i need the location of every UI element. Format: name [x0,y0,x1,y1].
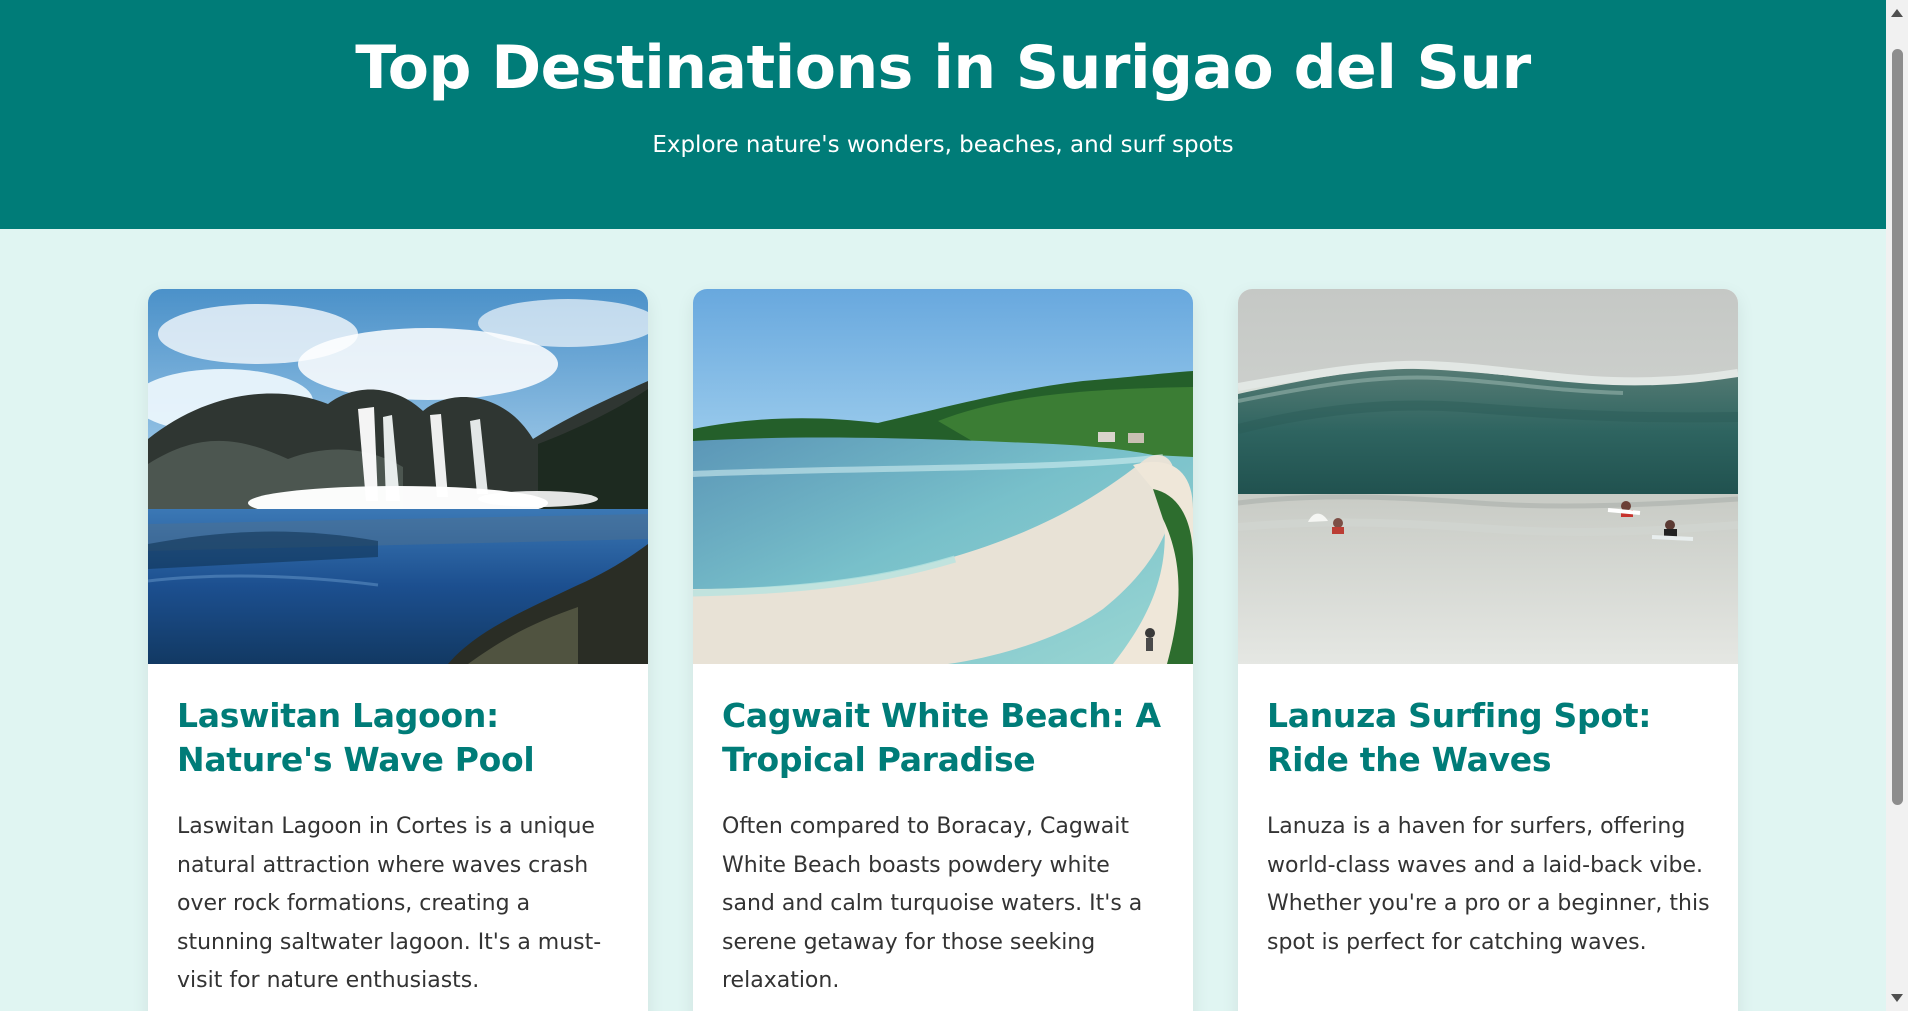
card-title: Cagwait White Beach: A Tropical Paradise [722,696,1161,779]
vertical-scrollbar[interactable] [1886,0,1908,1011]
card-title: Lanuza Surfing Spot: Ride the Waves [1267,696,1652,779]
scrollbar-thumb[interactable] [1892,49,1903,805]
card-body: Lanuza Surfing Spot: Ride the Waves Lanu… [1238,664,1738,962]
destination-card-lanuza-surfing-spot: Lanuza Surfing Spot: Ride the Waves Lanu… [1238,289,1738,1011]
card-description: Laswitan Lagoon in Cortes is a unique na… [177,814,602,993]
destination-cards: Laswitan Lagoon: Nature's Wave Pool Lasw… [148,289,1738,1011]
cagwait-white-beach-image [693,289,1193,664]
page-title: Top Destinations in Surigao del Sur [355,33,1531,103]
scroll-up-icon[interactable] [1891,9,1903,17]
page-header: Top Destinations in Surigao del Sur Expl… [0,0,1886,229]
lanuza-surfing-spot-image [1238,289,1738,664]
page: Top Destinations in Surigao del Sur Expl… [0,0,1908,1011]
laswitan-lagoon-image [148,289,648,664]
page-subtitle: Explore nature's wonders, beaches, and s… [652,132,1234,158]
card-description: Often compared to Boracay, Cagwait White… [722,814,1143,993]
destination-card-laswitan-lagoon: Laswitan Lagoon: Nature's Wave Pool Lasw… [148,289,648,1011]
card-body: Laswitan Lagoon: Nature's Wave Pool Lasw… [148,664,648,1001]
card-description: Lanuza is a haven for surfers, offering … [1267,814,1710,955]
scroll-down-icon[interactable] [1891,994,1903,1002]
card-body: Cagwait White Beach: A Tropical Paradise… [693,664,1193,1001]
destination-card-cagwait-white-beach: Cagwait White Beach: A Tropical Paradise… [693,289,1193,1011]
card-title: Laswitan Lagoon: Nature's Wave Pool [177,696,535,779]
